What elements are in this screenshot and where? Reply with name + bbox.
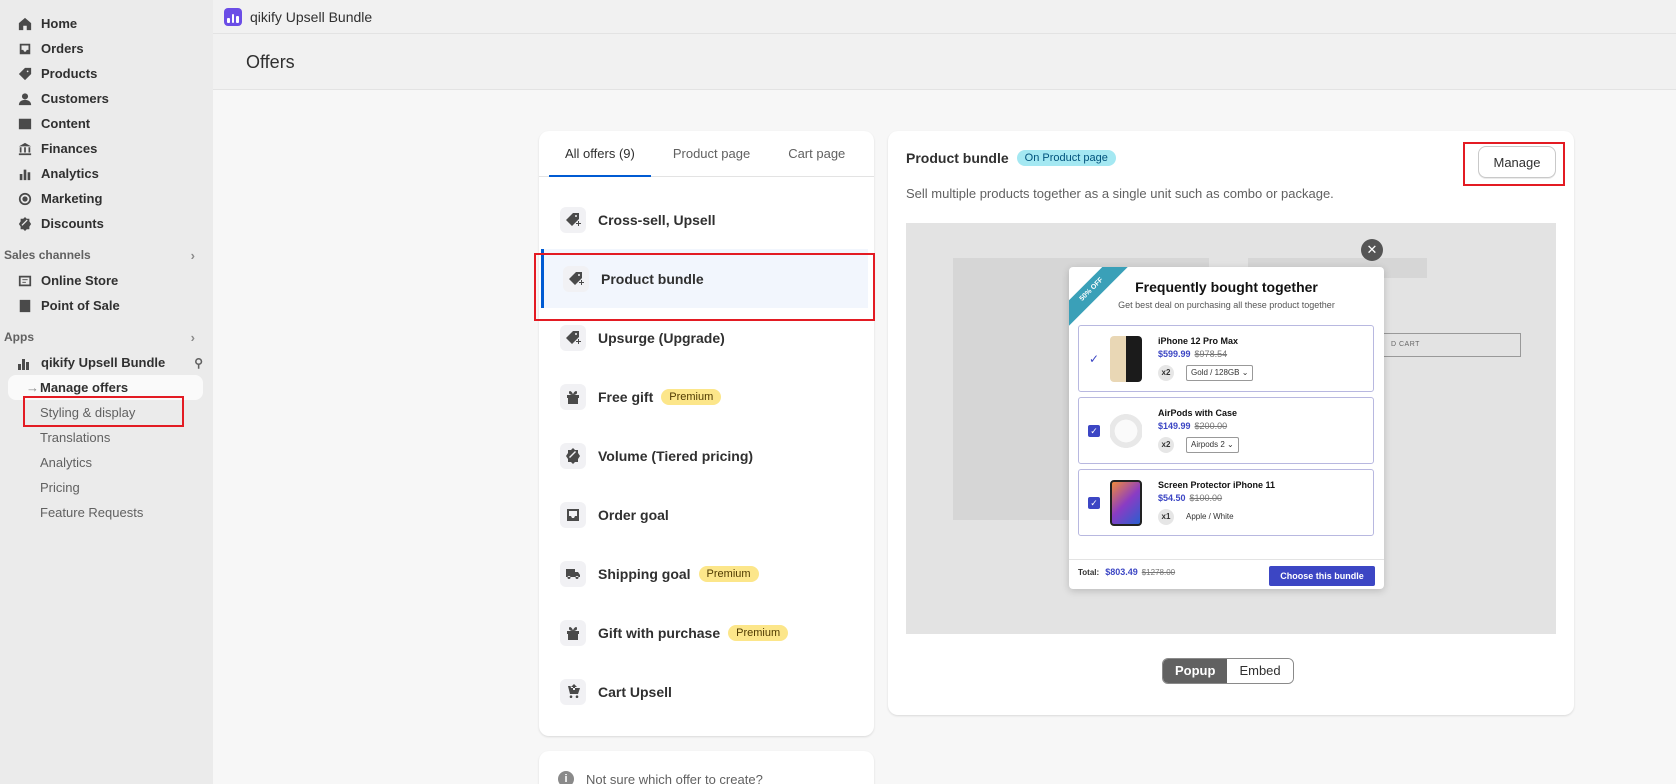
- checkmark-icon[interactable]: ✓: [1088, 353, 1100, 365]
- app-topbar: qikify Upsell Bundle: [213, 0, 1676, 34]
- help-text[interactable]: Not sure which offer to create?: [586, 772, 763, 784]
- tag-icon: [18, 67, 32, 81]
- sales-channels-heading[interactable]: Sales channels ›: [0, 242, 213, 268]
- embed-toggle[interactable]: Embed: [1227, 659, 1293, 683]
- airpods-thumbnail: [1110, 408, 1142, 454]
- cart-up-icon: [560, 678, 586, 705]
- content-icon: [18, 117, 32, 131]
- highlight-manage-offers: [23, 396, 184, 427]
- sub-analytics[interactable]: Analytics: [0, 450, 213, 475]
- page-title: Offers: [246, 52, 295, 72]
- variant-select[interactable]: Airpods 2 ⌄: [1186, 437, 1239, 453]
- nav-marketing[interactable]: Marketing: [0, 186, 213, 211]
- inbox-icon: [560, 501, 586, 528]
- detail-title: Product bundle: [906, 150, 1009, 166]
- offer-cross-sell[interactable]: Cross-sell, Upsell: [539, 190, 874, 249]
- bundle-item: ✓ iPhone 12 Pro Max $599.99 $978.54 x2 Go…: [1078, 325, 1374, 392]
- sub-translations[interactable]: Translations: [0, 425, 213, 450]
- popup-divider: [1069, 559, 1384, 560]
- bar-chart-icon: [18, 167, 32, 181]
- popup-title: Frequently bought together: [1135, 279, 1318, 295]
- nav-orders[interactable]: Orders: [0, 36, 213, 61]
- truck-icon: [560, 560, 586, 587]
- discount-icon: [18, 216, 32, 231]
- offers-list-card: All offers (9) Product page Cart page Cr…: [539, 131, 874, 736]
- chevron-down-icon: ⌄: [1227, 440, 1234, 449]
- nav-online-store[interactable]: Online Store: [0, 268, 213, 293]
- nav-home[interactable]: Home: [0, 11, 213, 36]
- offer-cart-upsell[interactable]: Cart Upsell: [539, 662, 874, 721]
- gift-icon: [560, 383, 586, 410]
- sidebar: Home Orders Products Customers Content F…: [0, 0, 213, 784]
- popup-toggle[interactable]: Popup: [1163, 659, 1228, 683]
- bank-icon: [18, 142, 32, 156]
- nav-finances[interactable]: Finances: [0, 136, 213, 161]
- app-title: qikify Upsell Bundle: [250, 8, 373, 25]
- sub-pricing[interactable]: Pricing: [0, 475, 213, 500]
- placement-badge: On Product page: [1016, 150, 1116, 166]
- nav-products[interactable]: Products: [0, 61, 213, 86]
- popup-subtitle: Get best deal on purchasing all these pr…: [1118, 300, 1335, 310]
- checkbox-checked-icon[interactable]: ✓: [1088, 425, 1100, 437]
- gift-icon: [560, 619, 586, 646]
- nav-content[interactable]: Content: [0, 111, 213, 136]
- nav-point-of-sale[interactable]: Point of Sale: [0, 293, 213, 318]
- bundle-item: ✓ AirPods with Case $149.99 $200.00 x2 Ai…: [1078, 397, 1374, 464]
- tab-product-page[interactable]: Product page: [657, 131, 766, 176]
- app-logo-icon: [224, 7, 242, 26]
- bundle-item: ✓ Screen Protector iPhone 11 $54.50 $100.…: [1078, 469, 1374, 536]
- offer-shipping-goal[interactable]: Shipping goal Premium: [539, 544, 874, 603]
- chevron-right-icon: ›: [190, 247, 195, 263]
- info-icon: i: [558, 771, 574, 784]
- pin-icon[interactable]: ⚲: [194, 356, 203, 370]
- tab-cart-page[interactable]: Cart page: [772, 131, 861, 176]
- tag-plus-icon: [560, 206, 586, 233]
- highlight-manage-button: [1463, 142, 1565, 186]
- premium-badge: Premium: [698, 565, 759, 582]
- discount-ribbon: 50% OFF: [1069, 267, 1131, 329]
- target-icon: [18, 192, 32, 206]
- page-header: Offers: [213, 34, 1676, 90]
- offer-order-goal[interactable]: Order goal: [539, 485, 874, 544]
- close-icon[interactable]: ✕: [1361, 239, 1383, 261]
- app-bars-icon: [18, 356, 32, 370]
- checkbox-checked-icon[interactable]: ✓: [1088, 497, 1100, 509]
- premium-badge: Premium: [661, 388, 722, 405]
- pos-icon: [18, 299, 32, 313]
- app-qikify[interactable]: qikify Upsell Bundle ⚲: [0, 350, 213, 375]
- choose-bundle-button[interactable]: Choose this bundle: [1269, 566, 1375, 586]
- detail-description: Sell multiple products together as a sin…: [906, 186, 1334, 201]
- person-icon: [18, 92, 32, 106]
- nav-customers[interactable]: Customers: [0, 86, 213, 111]
- tab-all-offers[interactable]: All offers (9): [549, 131, 651, 177]
- discount-icon: [560, 442, 586, 469]
- variant-select[interactable]: Gold / 128GB ⌄: [1186, 365, 1254, 381]
- nav-discounts[interactable]: Discounts: [0, 211, 213, 236]
- nav-analytics[interactable]: Analytics: [0, 161, 213, 186]
- screen-protector-thumbnail: [1110, 480, 1142, 526]
- chevron-down-icon: ⌄: [1241, 368, 1249, 377]
- premium-badge: Premium: [728, 624, 789, 641]
- offer-tabs: All offers (9) Product page Cart page: [539, 131, 874, 177]
- store-icon: [18, 274, 32, 288]
- orders-icon: [18, 42, 32, 56]
- offer-free-gift[interactable]: Free gift Premium: [539, 367, 874, 426]
- offer-gift-with-purchase[interactable]: Gift with purchase Premium: [539, 603, 874, 662]
- display-mode-toggle: Popup Embed: [1162, 658, 1294, 684]
- bundle-popup: 50% OFF Frequently bought together Get b…: [1069, 267, 1384, 589]
- chevron-right-icon: ›: [190, 329, 195, 345]
- tag-plus-icon: [560, 324, 586, 351]
- highlight-product-bundle: [534, 253, 875, 321]
- offer-volume[interactable]: Volume (Tiered pricing): [539, 426, 874, 485]
- apps-heading[interactable]: Apps ›: [0, 324, 213, 350]
- iphone-thumbnail: [1110, 336, 1142, 382]
- home-icon: [18, 17, 32, 31]
- bundle-total: Total: $803.49 $1278.00: [1078, 567, 1176, 577]
- ghost-add-to-cart: D CART: [1376, 333, 1521, 357]
- sub-feature-requests[interactable]: Feature Requests: [0, 500, 213, 525]
- offer-detail-card: Product bundle On Product page Sell mult…: [888, 131, 1574, 715]
- bundle-preview: D CART ✕ 50% OFF Frequently bought toget…: [906, 223, 1556, 634]
- help-card: i Not sure which offer to create?: [539, 751, 874, 784]
